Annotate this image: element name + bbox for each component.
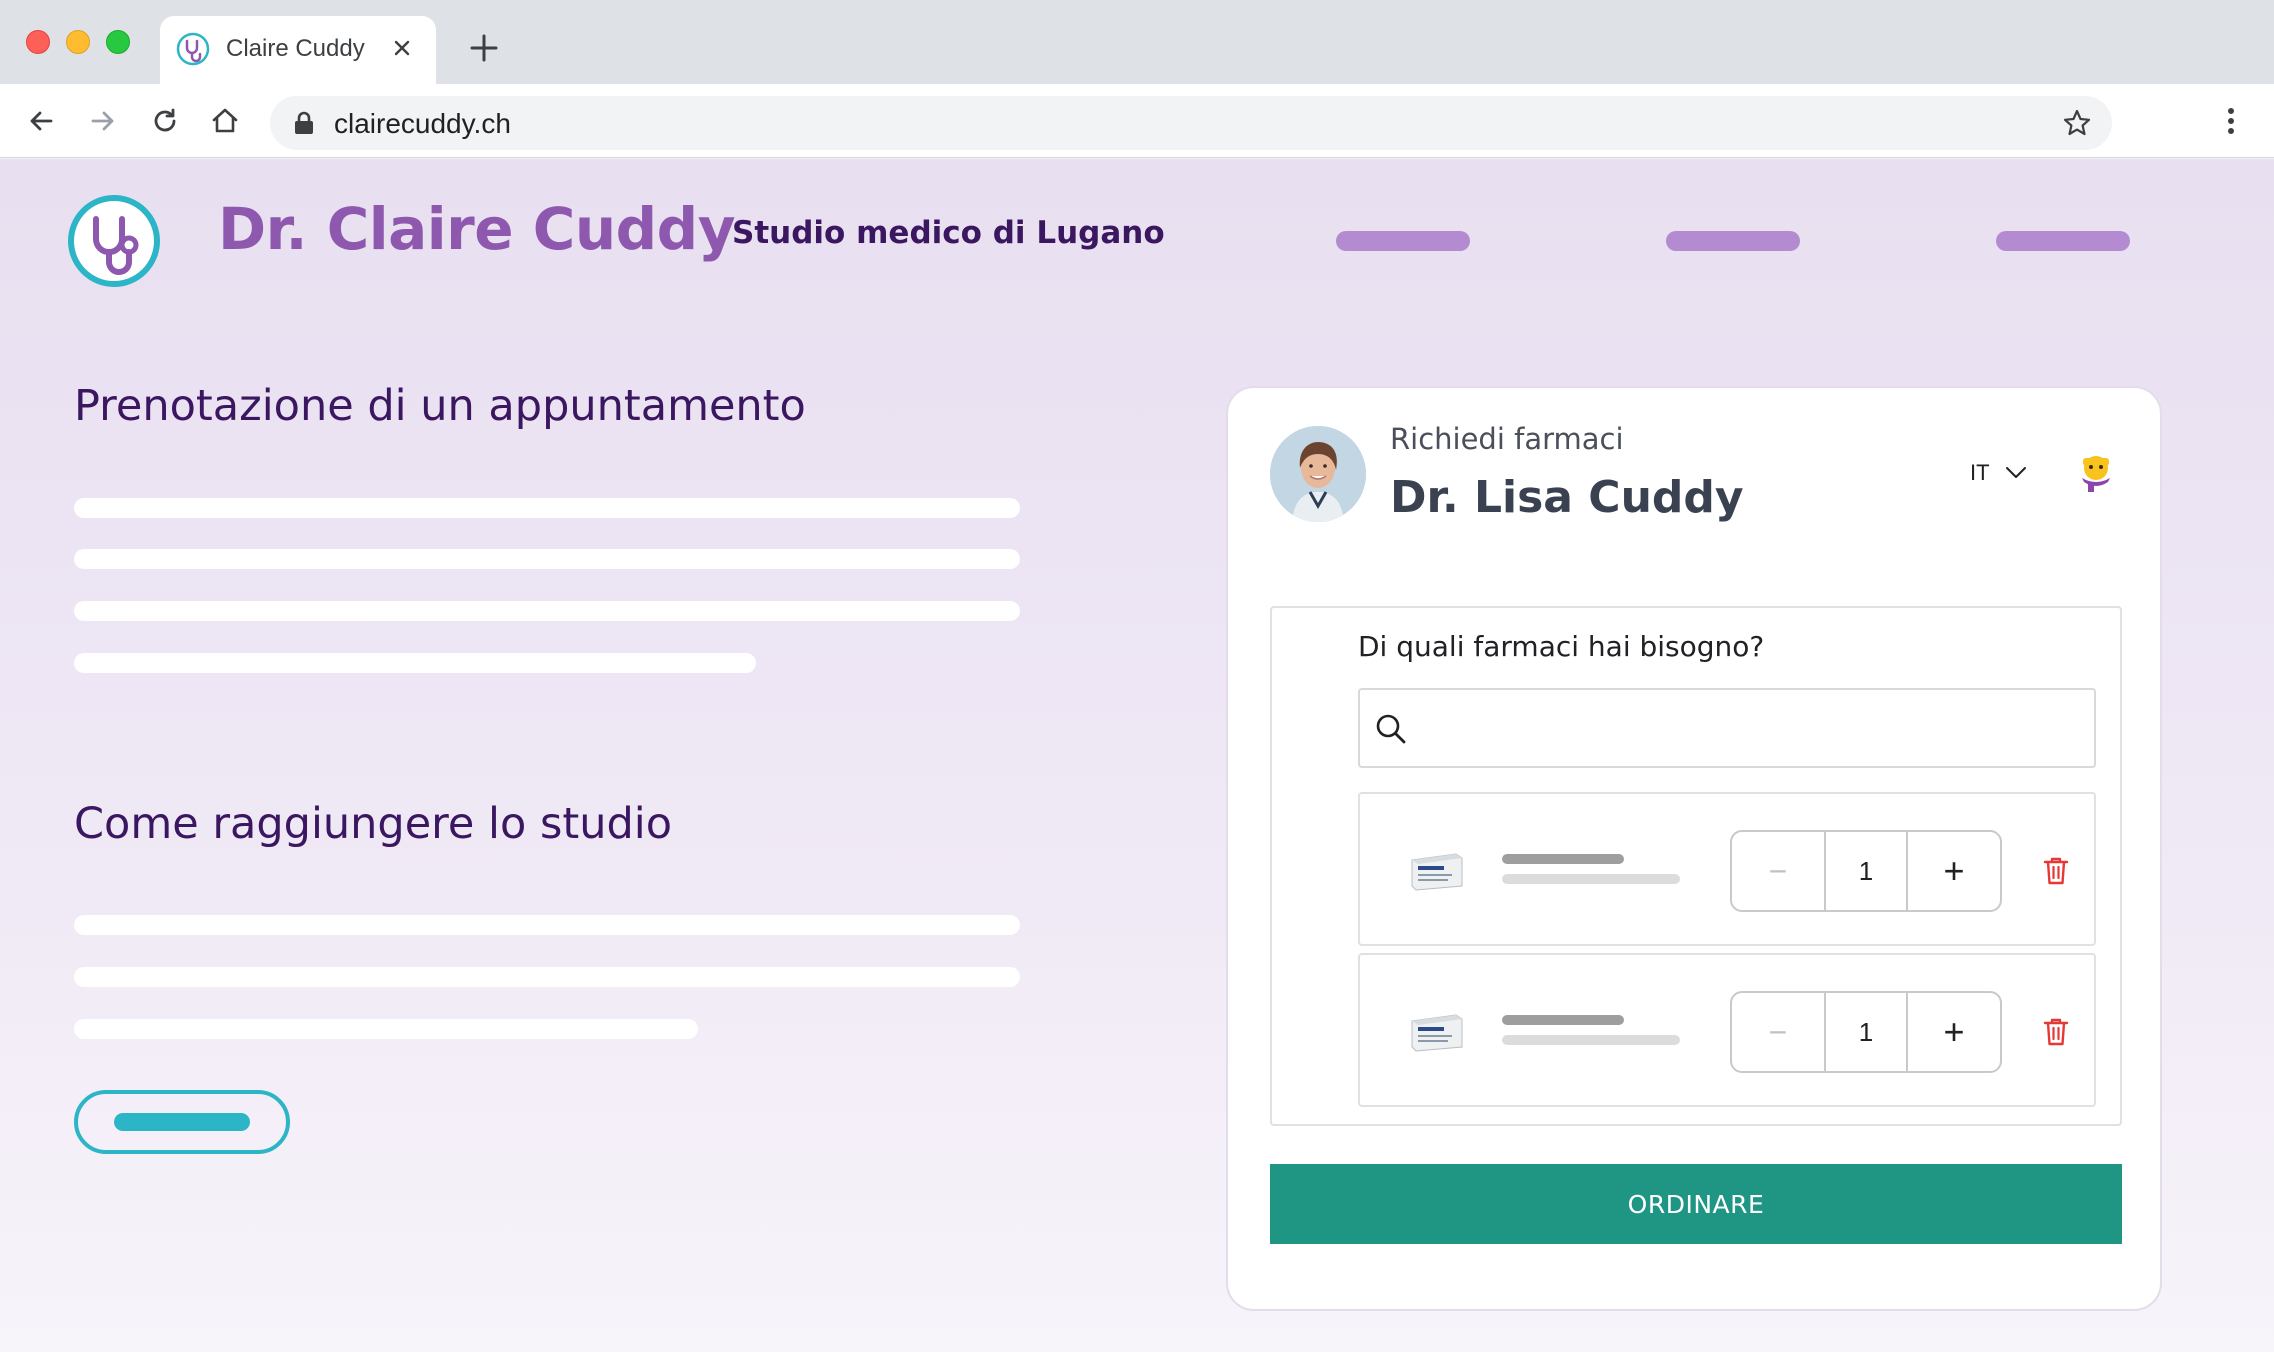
text-placeholder-line [74, 1019, 698, 1039]
medication-name-placeholder [1502, 854, 1624, 864]
back-arrow-icon[interactable] [24, 104, 58, 138]
doctor-name: Dr. Lisa Cuddy [1390, 472, 1744, 523]
medication-panel: Di quali farmaci hai bisogno? − 1 + − 1 … [1270, 606, 2122, 1126]
widget-label: Richiedi farmaci [1390, 422, 1624, 456]
brand-name[interactable]: Dr. Claire Cuddy [218, 195, 736, 263]
medication-detail-placeholder [1502, 1035, 1680, 1045]
booking-section-title: Prenotazione di un appuntamento [74, 381, 806, 431]
medication-name-placeholder [1502, 1015, 1624, 1025]
increase-button[interactable]: + [1906, 993, 2000, 1071]
order-button[interactable]: ORDINARE [1270, 1164, 2122, 1244]
home-icon[interactable] [208, 104, 242, 138]
new-tab-icon[interactable] [466, 30, 502, 66]
stethoscope-logo-icon[interactable] [66, 193, 162, 289]
medication-box-image [1411, 853, 1463, 891]
text-placeholder-line [74, 915, 1020, 935]
quantity-value[interactable]: 1 [1826, 832, 1906, 910]
button-label-placeholder [114, 1113, 250, 1131]
medication-detail-placeholder [1502, 874, 1680, 884]
browser-menu-icon[interactable] [2216, 104, 2246, 138]
nav-item-3[interactable] [1996, 231, 2130, 251]
medication-question: Di quali farmaci hai bisogno? [1358, 630, 1765, 663]
quantity-value[interactable]: 1 [1826, 993, 1906, 1071]
trash-icon[interactable] [2042, 856, 2070, 886]
nav-item-2[interactable] [1666, 231, 1800, 251]
medication-request-widget: Richiedi farmaci Dr. Lisa Cuddy IT Di qu… [1226, 386, 2162, 1311]
page-content: Dr. Claire Cuddy Studio medico di Lugano… [0, 159, 2274, 1352]
browser-tab-bar: Claire Cuddy [0, 0, 2274, 84]
quantity-stepper: − 1 + [1730, 830, 2002, 912]
text-placeholder-line [74, 498, 1020, 518]
url-text: clairecuddy.ch [334, 108, 511, 139]
close-tab-icon[interactable] [386, 32, 418, 64]
mascot-icon[interactable] [2074, 450, 2118, 494]
star-icon[interactable] [2062, 108, 2092, 138]
quantity-stepper: − 1 + [1730, 991, 2002, 1073]
doctor-avatar [1270, 426, 1366, 522]
increase-button[interactable]: + [1906, 832, 2000, 910]
favicon-icon [176, 32, 210, 66]
text-placeholder-line [74, 967, 1020, 987]
chevron-down-icon[interactable] [2004, 462, 2028, 482]
nav-item-1[interactable] [1336, 231, 1470, 251]
window-close-button[interactable] [26, 30, 50, 54]
site-subtitle: Studio medico di Lugano [732, 215, 1165, 251]
reload-icon[interactable] [148, 104, 182, 138]
window-minimize-button[interactable] [66, 30, 90, 54]
address-bar[interactable]: clairecuddy.ch [270, 96, 2112, 150]
directions-button[interactable] [74, 1090, 290, 1154]
browser-tab[interactable]: Claire Cuddy [160, 16, 436, 84]
search-input[interactable] [1420, 690, 2080, 766]
text-placeholder-line [74, 601, 1020, 621]
lock-icon [295, 111, 313, 134]
directions-section-title: Come raggiungere lo studio [74, 799, 673, 849]
forward-arrow-icon[interactable] [86, 104, 120, 138]
tab-title: Claire Cuddy [226, 35, 365, 62]
decrease-button[interactable]: − [1732, 832, 1826, 910]
text-placeholder-line [74, 653, 756, 673]
search-icon [1376, 714, 1406, 744]
medication-search-field[interactable] [1358, 688, 2096, 768]
decrease-button[interactable]: − [1732, 993, 1826, 1071]
browser-toolbar: clairecuddy.ch [0, 84, 2274, 158]
medication-item: − 1 + [1358, 953, 2096, 1107]
text-placeholder-line [74, 549, 1020, 569]
medication-box-image [1411, 1014, 1463, 1052]
medication-item: − 1 + [1358, 792, 2096, 946]
language-selector[interactable]: IT [1970, 460, 1990, 486]
trash-icon[interactable] [2042, 1017, 2070, 1047]
window-maximize-button[interactable] [106, 30, 130, 54]
